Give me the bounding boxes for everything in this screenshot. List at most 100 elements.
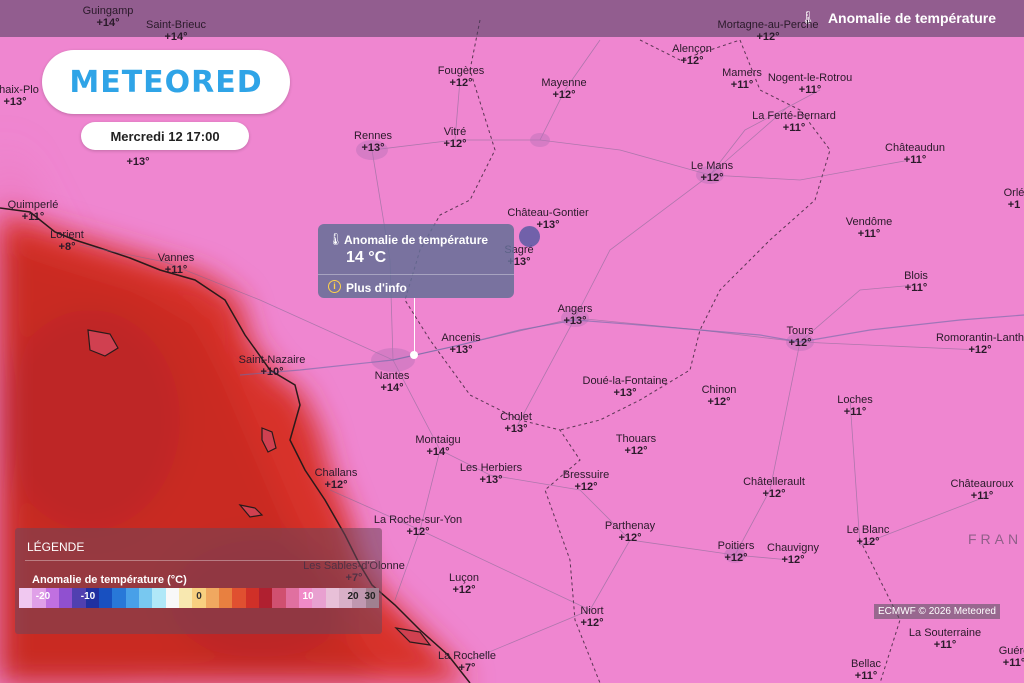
legend-color-swatch [125, 588, 139, 608]
city-label[interactable]: La Souterraine +11° [909, 627, 981, 651]
popup-divider [318, 274, 514, 275]
city-label[interactable]: Challans +12° [315, 467, 358, 491]
city-label[interactable]: Les Herbiers +13° [460, 462, 522, 486]
city-name: Guére [998, 645, 1024, 657]
city-label[interactable]: Chinon +12° [702, 384, 737, 408]
city-label[interactable]: Château-Gontier +13° [507, 207, 588, 231]
city-name: Châteaudun [885, 142, 945, 154]
city-temperature: +13° [479, 474, 503, 486]
city-temperature: +12° [580, 617, 604, 629]
city-label[interactable]: Parthenay +12° [605, 520, 655, 544]
city-name: Romorantin-Lanth [935, 332, 1024, 344]
city-label[interactable]: Le Blanc +12° [847, 524, 890, 548]
more-info-link[interactable]: Plus d'info [346, 281, 407, 295]
thermometer-icon: 🌡 [328, 232, 344, 246]
city-label[interactable]: Luçon +12° [449, 572, 479, 596]
city-label[interactable]: Nogent-le-Rotrou +11° [768, 72, 852, 96]
city-temperature: +12° [618, 532, 642, 544]
city-label[interactable]: Châteaudun +11° [885, 142, 945, 166]
city-name: Parthenay [604, 520, 656, 532]
credit-label[interactable]: ECMWF © 2026 Meteored [874, 604, 1000, 619]
info-popup[interactable]: 🌡 Anomalie de température 14 °C i Plus d… [318, 224, 514, 298]
city-label[interactable]: Vendôme +11° [846, 216, 892, 240]
city-name: Poitiers [717, 540, 755, 552]
city-name: Vitré [443, 126, 467, 138]
legend-color-swatch [232, 588, 246, 608]
info-icon[interactable]: i [328, 280, 341, 293]
city-label[interactable]: Vannes +11° [158, 252, 195, 276]
city-temperature: +12° [856, 536, 880, 548]
city-label[interactable]: Blois +11° [904, 270, 928, 294]
city-label[interactable]: Vitré +12° [443, 126, 466, 150]
city-label[interactable]: Doué-la-Fontaine +13° [583, 375, 668, 399]
city-label[interactable]: Bellac +11° [851, 658, 881, 682]
city-label[interactable]: Saint-Brieuc +14° [146, 19, 206, 43]
city-temperature: +12° [324, 479, 348, 491]
popup-pin-dot [410, 351, 418, 359]
city-label[interactable]: Angers +13° [558, 303, 593, 327]
city-label[interactable]: Tours +12° [787, 325, 814, 349]
city-label[interactable]: Nantes +14° [375, 370, 410, 394]
city-label[interactable]: Guingamp +14° [83, 5, 134, 29]
city-name: La Ferté-Bernard [752, 110, 836, 122]
city-label[interactable]: Orlé +1 [1004, 187, 1024, 211]
city-temperature: +12° [781, 554, 805, 566]
city-label[interactable]: Châtellerault +12° [743, 476, 805, 500]
city-label[interactable]: Mamers +11° [722, 67, 762, 91]
legend-color-swatch [258, 588, 273, 608]
city-label[interactable]: Poitiers +12° [718, 540, 755, 564]
city-temperature: +12° [756, 31, 780, 43]
legend-tick: -10 [80, 591, 96, 602]
city-label[interactable]: Châteauroux +11° [951, 478, 1014, 502]
city-label[interactable]: Bressuire +12° [563, 469, 609, 493]
city-temperature: +14° [426, 446, 450, 458]
city-label[interactable]: Lorient +8° [50, 229, 84, 253]
city-label[interactable]: Mayenne +12° [541, 77, 586, 101]
city-name: Angers [557, 303, 593, 315]
city-name: Fougères [437, 65, 485, 77]
city-temperature: +12° [762, 488, 786, 500]
legend-panel[interactable]: LÉGENDE Anomalie de température (°C) -20… [15, 528, 382, 634]
city-label[interactable]: Guére+11° [999, 645, 1024, 669]
city-temperature: +11° [854, 670, 878, 682]
city-label[interactable]: La Roche-sur-Yon +12° [374, 514, 462, 538]
location-marker[interactable] [519, 226, 540, 247]
city-label[interactable]: Thouars +12° [616, 433, 656, 457]
city-label[interactable]: Saint-Nazaire +10° [239, 354, 306, 378]
datetime-pill[interactable]: Mercredi 12 17:00 [81, 122, 249, 150]
legend-color-swatch [272, 588, 286, 608]
city-label[interactable]: Ancenis +13° [441, 332, 480, 356]
city-label[interactable]: Alençon +12° [672, 43, 712, 67]
city-temperature: +14° [164, 31, 188, 43]
city-label[interactable]: Mortagne-au-Perche +12° [718, 19, 819, 43]
city-label[interactable]: Le Mans +12° [691, 160, 733, 184]
city-label[interactable]: Rennes +13° [354, 130, 392, 154]
city-label[interactable]: Loches +11° [837, 394, 872, 418]
city-temperature: +12° [968, 344, 992, 356]
city-temperature: +11° [164, 264, 188, 276]
city-name: Guingamp [82, 5, 134, 17]
city-name: Montaigu [415, 434, 461, 446]
city-label[interactable]: Cholet +13° [500, 411, 532, 435]
city-temperature: +11° [857, 228, 881, 240]
city-label[interactable]: Romorantin-Lanth +12° [936, 332, 1024, 356]
city-label[interactable]: La Rochelle +7° [438, 650, 496, 674]
city-label[interactable]: Fougères +12° [438, 65, 484, 89]
city-label[interactable]: Montaigu +14° [415, 434, 460, 458]
legend-color-swatch [152, 588, 166, 608]
city-label[interactable]: Chaix-Plo+13° [0, 84, 39, 108]
city-label[interactable]: Niort +12° [580, 605, 603, 629]
meteored-logo[interactable]: METEORED [42, 50, 290, 114]
city-name: Chinon [701, 384, 737, 396]
legend-divider [25, 560, 375, 561]
city-label[interactable]: Quimperlé +11° [8, 199, 59, 223]
city-temperature: +12° [707, 396, 731, 408]
city-label[interactable]: +13° [126, 156, 149, 168]
city-name: Vannes [157, 252, 195, 264]
city-temperature: +13° [126, 156, 150, 168]
city-label[interactable]: La Ferté-Bernard +11° [752, 110, 836, 134]
city-name: Châteauroux [950, 478, 1014, 490]
city-temperature: +13° [536, 219, 560, 231]
city-label[interactable]: Chauvigny +12° [767, 542, 819, 566]
legend-color-swatch [112, 588, 126, 608]
